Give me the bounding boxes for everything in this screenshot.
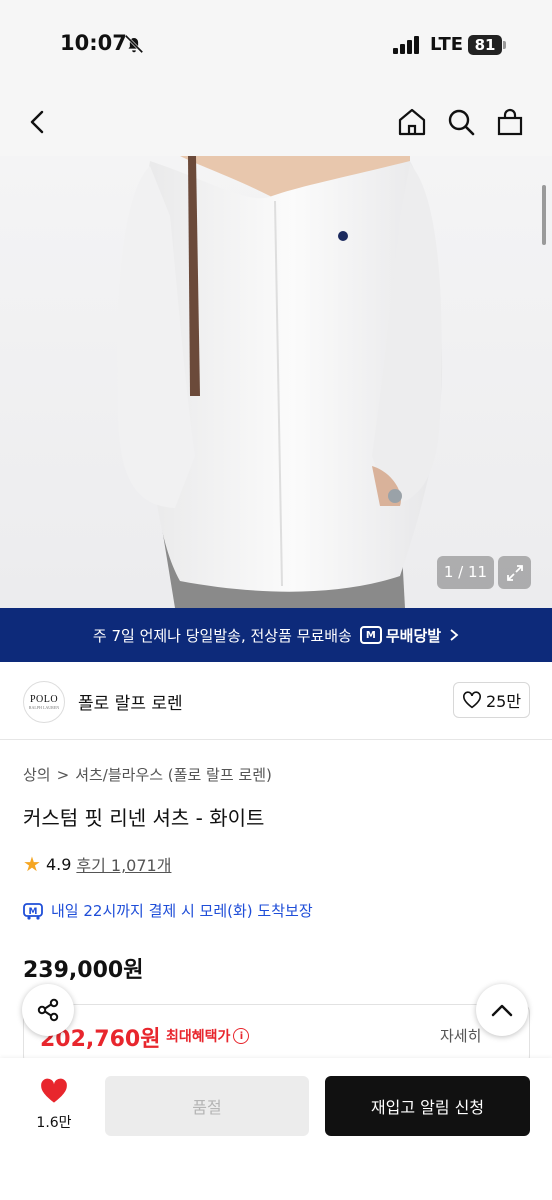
review-link[interactable]: 후기 1,071개 (76, 852, 171, 876)
search-button[interactable] (443, 104, 479, 140)
wishlist-button[interactable]: 1.6만 (24, 1078, 84, 1132)
breadcrumb-category[interactable]: 상의 (23, 764, 51, 785)
rating-row: ★ 4.9 후기 1,071개 (23, 852, 171, 876)
truck-icon: M (359, 626, 382, 644)
share-button[interactable] (22, 984, 74, 1036)
delivery-guarantee: M 내일 22시까지 결제 시 모레(화) 도착보장 (23, 900, 313, 921)
benefit-label: 최대혜택가 i (166, 1026, 250, 1046)
chevron-right-icon (450, 629, 459, 641)
brand-row[interactable]: POLO RALPH LAUREN 폴로 랄프 로렌 25만 (0, 662, 552, 740)
soldout-button[interactable]: 품절 (105, 1076, 309, 1136)
heart-filled-icon (41, 1078, 67, 1103)
home-icon (398, 108, 426, 136)
brand-like-count: 25만 (485, 692, 522, 711)
battery-tip (503, 41, 506, 49)
status-bar: 10:07 LTE 81 (0, 0, 552, 90)
bell-off-icon (124, 34, 144, 54)
status-time: 10:07 (60, 31, 127, 55)
breadcrumb-subcategory[interactable]: 셔츠/블라우스 (폴로 랄프 로렌) (75, 764, 272, 785)
share-icon (37, 998, 59, 1022)
scrollbar[interactable] (542, 185, 546, 245)
free-shipping-badge-label: 무배당발 (385, 626, 442, 645)
star-icon: ★ (23, 852, 41, 876)
product-title: 커스텀 핏 리넨 셔츠 - 화이트 (23, 806, 265, 830)
product-image[interactable] (0, 156, 552, 608)
info-icon[interactable]: i (233, 1028, 250, 1044)
benefit-label-text: 최대혜택가 (166, 1029, 231, 1045)
chevron-left-icon (30, 110, 44, 134)
brand-logo-subtext: RALPH LAUREN (28, 705, 60, 710)
brand-logo: POLO RALPH LAUREN (23, 681, 65, 723)
search-icon (448, 109, 475, 136)
heart-outline-icon (462, 691, 481, 709)
shipping-banner[interactable]: 주 7일 언제나 당일발송, 전상품 무료배송 M 무배당발 (0, 608, 552, 662)
delivery-truck-icon: M (23, 902, 43, 920)
chevron-up-icon (491, 1004, 513, 1017)
brand-logo-text: POLO (29, 694, 59, 705)
shopping-bag-icon (497, 108, 523, 136)
wishlist-count: 1.6만 (36, 1115, 72, 1131)
svg-text:M: M (29, 907, 38, 917)
brand-name[interactable]: 폴로 랄프 로렌 (78, 689, 183, 714)
shipping-banner-text: 주 7일 언제나 당일발송, 전상품 무료배송 (92, 626, 352, 645)
scroll-top-button[interactable] (476, 984, 528, 1036)
breadcrumb-separator: > (56, 765, 70, 784)
home-button[interactable] (394, 104, 430, 140)
battery-indicator: 81 (468, 35, 502, 55)
image-counter: 1 / 11 (437, 556, 494, 589)
free-shipping-badge: M 무배당발 (359, 625, 442, 646)
restock-alert-button[interactable]: 재입고 알림 신청 (325, 1076, 530, 1136)
back-button[interactable] (20, 104, 56, 140)
expand-image-button[interactable] (498, 556, 531, 589)
product-price: 239,000원 (23, 958, 144, 983)
brand-like-button[interactable]: 25만 (453, 682, 530, 718)
breadcrumb: 상의 > 셔츠/블라우스 (폴로 랄프 로렌) (23, 764, 272, 785)
top-nav-bar (0, 90, 552, 156)
benefit-price-box[interactable]: 202,760원 최대혜택가 i 자세히 (23, 1004, 530, 1064)
benefit-detail-link[interactable]: 자세히 (440, 1025, 481, 1046)
signal-icon (393, 36, 419, 54)
bottom-action-bar: 1.6만 품절 재입고 알림 신청 (0, 1058, 552, 1200)
rating-value: 4.9 (45, 854, 72, 874)
cart-button[interactable] (492, 104, 528, 140)
shirt-photo (117, 156, 443, 608)
expand-icon (506, 564, 523, 581)
network-type: LTE (430, 34, 464, 55)
delivery-text: 내일 22시까지 결제 시 모레(화) 도착보장 (51, 902, 313, 920)
